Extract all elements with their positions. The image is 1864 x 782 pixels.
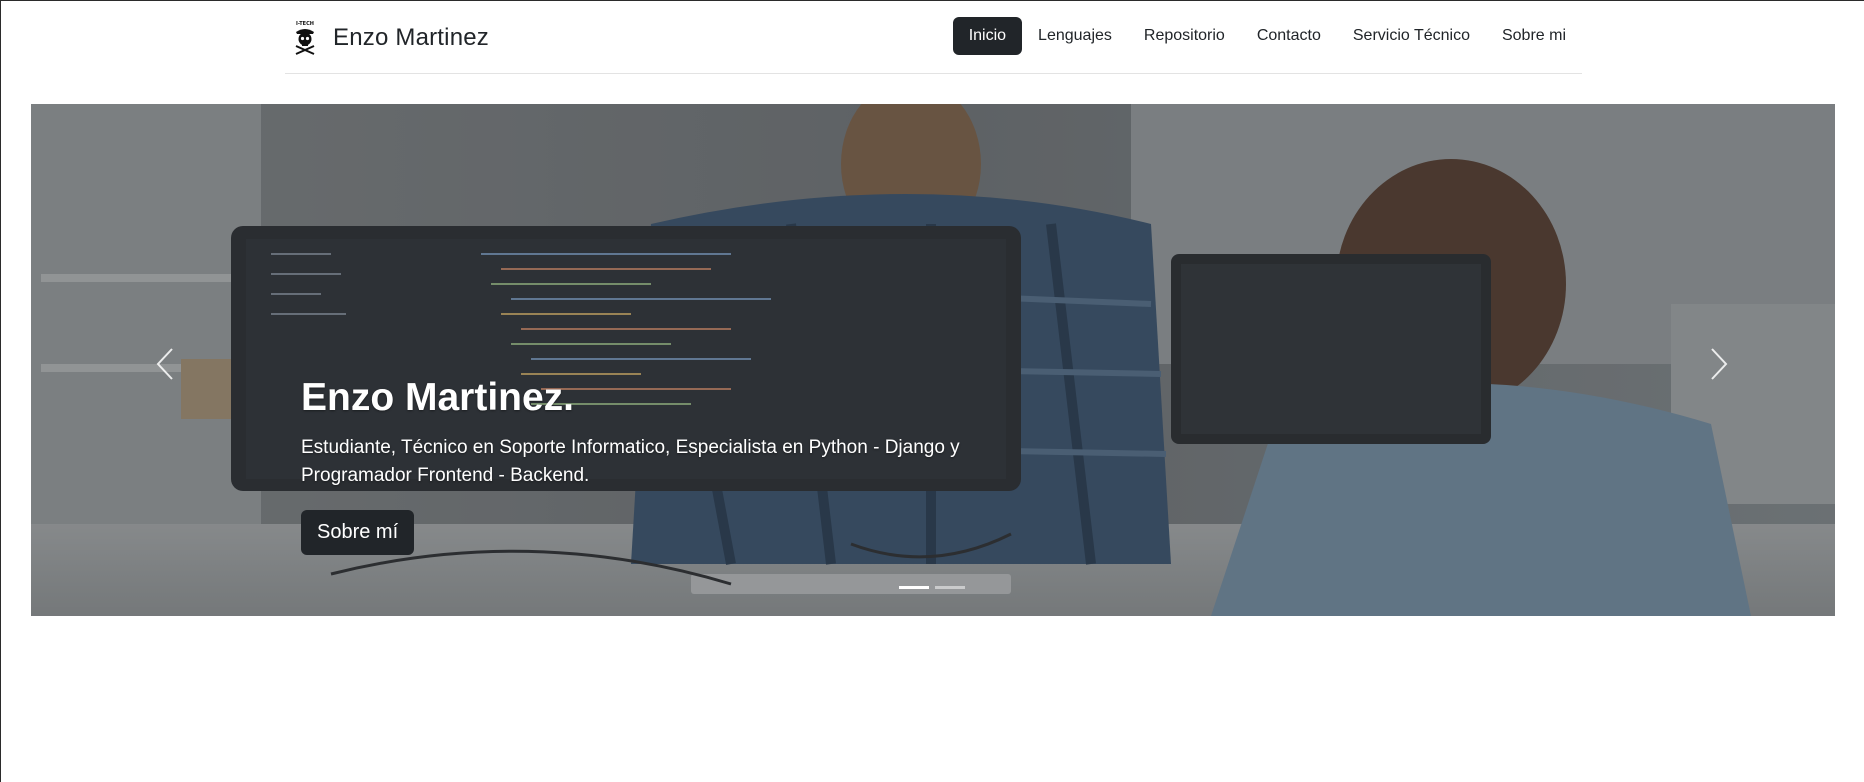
- brand-link[interactable]: I-TECH Enzo Martinez: [291, 18, 489, 58]
- carousel-prev-button[interactable]: [145, 334, 185, 394]
- hero-title: Enzo Martinez.: [301, 376, 575, 419]
- nav-inicio[interactable]: Inicio: [952, 17, 1023, 55]
- site-header: I-TECH Enzo Martinez Inicio Lenguajes Re…: [285, 0, 1582, 74]
- hero-description: Estudiante, Técnico en Soporte Informati…: [301, 437, 960, 486]
- brand-name: Enzo Martinez: [333, 24, 489, 51]
- nav-servicio-tecnico[interactable]: Servicio Técnico: [1337, 17, 1486, 55]
- sobre-mi-button[interactable]: Sobre mí: [301, 510, 415, 555]
- svg-text:I-TECH: I-TECH: [296, 21, 314, 27]
- nav-repositorio[interactable]: Repositorio: [1128, 17, 1241, 55]
- carousel-caption: Enzo Martinez. Estudiante, Técnico en So…: [301, 376, 1061, 555]
- hero-carousel: Enzo Martinez. Estudiante, Técnico en So…: [31, 104, 1835, 616]
- chevron-right-icon: [1711, 348, 1728, 380]
- chevron-left-icon: [156, 348, 173, 380]
- nav-lenguajes[interactable]: Lenguajes: [1022, 17, 1128, 55]
- pirate-skull-logo-icon: I-TECH: [295, 21, 315, 55]
- carousel-next-button[interactable]: [1699, 334, 1739, 394]
- nav-sobre-mi[interactable]: Sobre mi: [1486, 17, 1582, 55]
- carousel-indicator-2[interactable]: [935, 586, 965, 589]
- main-nav: Inicio Lenguajes Repositorio Contacto Se…: [952, 17, 1582, 55]
- carousel-indicators: [899, 586, 965, 589]
- nav-contacto[interactable]: Contacto: [1241, 17, 1337, 55]
- carousel-indicator-1[interactable]: [899, 586, 929, 589]
